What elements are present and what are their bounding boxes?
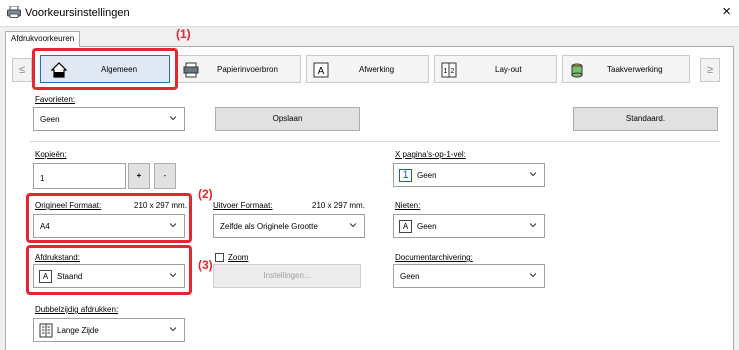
category-label-job-handling: Taakverwerking bbox=[607, 65, 663, 74]
staple-dropdown[interactable]: A Geen bbox=[393, 214, 545, 238]
callout-2: (2) bbox=[198, 187, 213, 201]
doc-filing-value: Geen bbox=[400, 272, 420, 281]
zoom-checkbox[interactable] bbox=[215, 253, 224, 262]
window-title: Voorkeursinstellingen bbox=[25, 7, 130, 19]
chevron-down-icon bbox=[529, 223, 537, 228]
save-button[interactable]: Opslaan bbox=[215, 107, 360, 131]
chevron-down-icon bbox=[529, 172, 537, 177]
printer-icon bbox=[7, 6, 21, 18]
callout-3: (3) bbox=[198, 258, 213, 272]
scroll-right-button[interactable]: ≥ bbox=[700, 58, 720, 82]
n-up-label: X pagina's-op-1-vel: bbox=[395, 150, 466, 159]
copies-decrement-button[interactable]: - bbox=[154, 163, 176, 189]
long-edge-duplex-icon bbox=[39, 323, 53, 338]
doc-filing-dropdown[interactable]: Geen bbox=[393, 264, 545, 288]
chevron-down-icon bbox=[349, 223, 357, 228]
svg-text:A: A bbox=[318, 66, 325, 77]
category-label-paper-source: Papierinvoerbron bbox=[217, 65, 278, 74]
output-size-dropdown[interactable]: Zelfde als Originele Grootte bbox=[213, 214, 365, 238]
svg-text:1: 1 bbox=[444, 68, 448, 75]
n-up-value: Geen bbox=[417, 171, 437, 180]
doc-filing-label: Documentarchivering: bbox=[395, 253, 473, 262]
category-button-layout[interactable]: 1 2 Lay-out bbox=[434, 55, 557, 83]
output-size-label: Uitvoer Formaat: bbox=[213, 201, 273, 210]
staple-label: Nieten: bbox=[395, 201, 421, 210]
single-page-icon: 1 bbox=[399, 169, 412, 182]
copies-label: Kopieën: bbox=[35, 150, 67, 159]
output-size-value: Zelfde als Originele Grootte bbox=[220, 222, 318, 231]
title-bar: Voorkeursinstellingen × bbox=[0, 0, 739, 26]
staple-none-icon: A bbox=[399, 220, 412, 233]
staple-value: Geen bbox=[417, 222, 437, 231]
scroll-left-button[interactable]: ≤ bbox=[12, 58, 32, 82]
output-size-dims: 210 x 297 mm. bbox=[312, 201, 365, 210]
tab-printing-preferences[interactable]: Afdrukvoorkeuren bbox=[5, 31, 81, 47]
duplex-label: Dubbelzijdig afdrukken: bbox=[35, 305, 119, 314]
category-button-finishing[interactable]: A Afwerking bbox=[306, 55, 429, 83]
category-button-paper-source[interactable]: Papierinvoerbron bbox=[176, 55, 301, 83]
layout-icon: 1 2 bbox=[441, 62, 457, 78]
finishing-icon: A bbox=[313, 62, 329, 78]
close-button[interactable]: × bbox=[722, 4, 731, 19]
zoom-label: Zoom bbox=[228, 253, 249, 262]
highlight-orientation bbox=[26, 245, 192, 295]
category-label-layout: Lay-out bbox=[495, 65, 522, 74]
favorites-dropdown[interactable]: Geen bbox=[33, 107, 185, 131]
copies-increment-button[interactable]: + bbox=[128, 163, 150, 189]
category-label-finishing: Afwerking bbox=[359, 65, 395, 74]
duplex-value: Lange Zijde bbox=[57, 326, 99, 335]
chevron-down-icon bbox=[169, 327, 177, 332]
copies-value: 1 bbox=[40, 174, 45, 183]
chevron-down-icon bbox=[529, 273, 537, 278]
default-button[interactable]: Standaard. bbox=[573, 107, 718, 131]
category-button-job-handling[interactable]: Taakverwerking bbox=[562, 55, 690, 83]
copies-input[interactable]: 1 bbox=[33, 163, 126, 189]
highlight-original-size bbox=[26, 193, 192, 243]
job-stack-icon bbox=[571, 63, 583, 78]
divider bbox=[30, 141, 720, 142]
duplex-dropdown[interactable]: Lange Zijde bbox=[33, 318, 185, 342]
highlight-general bbox=[32, 48, 178, 90]
favorites-value: Geen bbox=[40, 115, 60, 124]
printer-paper-icon bbox=[183, 62, 199, 78]
zoom-settings-button[interactable]: Instellingen... bbox=[213, 264, 361, 288]
svg-text:2: 2 bbox=[451, 68, 455, 75]
callout-1: (1) bbox=[176, 27, 191, 41]
n-up-dropdown[interactable]: 1 Geen bbox=[393, 163, 545, 187]
favorites-label: Favorieten: bbox=[35, 95, 76, 104]
chevron-down-icon bbox=[169, 116, 177, 121]
